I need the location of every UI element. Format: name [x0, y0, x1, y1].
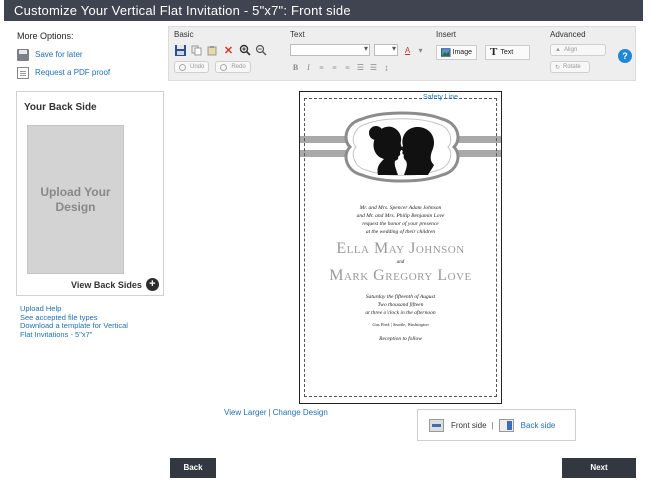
link-separator: |	[268, 408, 271, 417]
toolbar-advanced-label: Advanced	[550, 30, 586, 39]
request-line-1: request the honor of your presence	[362, 221, 439, 227]
back-side-panel: Your Back Side Upload Your Design View B…	[16, 91, 164, 296]
text-size-icon[interactable]: ↨	[381, 62, 392, 73]
save-for-later-row[interactable]: Save for later	[17, 46, 157, 63]
more-options-header: More Options:	[17, 31, 74, 41]
request-pdf-link[interactable]: Request a PDF proof	[35, 68, 110, 77]
side-separator: |	[491, 420, 494, 430]
save-icon	[17, 48, 29, 61]
undo-label: Undo	[190, 64, 205, 70]
align-label: Align	[563, 47, 578, 53]
rotate-button[interactable]: ↻ Rotate	[550, 61, 590, 73]
preview-links: View Larger | Change Design	[224, 408, 328, 417]
view-larger-link[interactable]: View Larger	[224, 408, 267, 417]
front-side-icon[interactable]	[429, 418, 444, 432]
more-options-panel: More Options: Save for later Request a P…	[17, 31, 157, 82]
chevron-down-icon[interactable]: ▾	[415, 45, 426, 56]
request-pdf-row[interactable]: Request a PDF proof	[17, 64, 157, 81]
groom-name: Mark Gregory Love	[329, 267, 472, 284]
line-spacing-icon[interactable]: ☰	[355, 62, 366, 73]
save-for-later-link[interactable]: Save for later	[35, 50, 83, 59]
align-center-icon[interactable]: ≡	[329, 62, 340, 73]
zoom-out-icon[interactable]	[254, 44, 267, 57]
save-icon[interactable]	[174, 44, 187, 57]
upload-design-area[interactable]: Upload Your Design	[27, 125, 124, 274]
page-title: Customize Your Vertical Flat Invitation …	[4, 0, 643, 21]
italic-icon[interactable]: I	[303, 62, 314, 73]
zoom-in-icon[interactable]	[238, 44, 251, 57]
front-side-label: Front side	[451, 420, 487, 430]
insert-text-label: Text	[500, 48, 514, 56]
redo-label: Redo	[231, 64, 246, 70]
text-color-icon[interactable]: A	[402, 45, 413, 56]
help-icon[interactable]: ?	[618, 49, 632, 63]
insert-text-button[interactable]: T Text	[485, 44, 530, 60]
toolbar-basic-label: Basic	[174, 30, 194, 39]
and-text: and	[396, 260, 405, 265]
date-line-3: at three o'clock in the afternoon	[365, 310, 436, 316]
letter-spacing-icon[interactable]: ☰	[368, 62, 379, 73]
insert-image-label: Image	[452, 48, 472, 56]
back-side-title: Your Back Side	[24, 102, 97, 113]
align-right-icon[interactable]: ≡	[342, 62, 353, 73]
document-icon	[17, 66, 29, 79]
toolbar-insert-section: Insert Image T Text	[436, 29, 546, 80]
toolbar-text-section: Text A ▾ B I ≡ ≡ ≡ ☰ ☰ ↨	[290, 29, 430, 80]
rotate-icon: ↻	[555, 64, 561, 71]
text-icon: T	[490, 46, 498, 58]
invitation-text: Mr. and Mrs. Spencer Adam Johnson and Mr…	[300, 204, 501, 343]
safety-line-label: Safety Line	[423, 94, 459, 101]
undo-icon	[179, 63, 186, 71]
insert-image-button[interactable]: Image	[436, 44, 477, 60]
hosts-line-2: and Mr. and Mrs. Philip Benjamin Love	[356, 213, 445, 219]
request-line-2: at the wedding of their children	[365, 229, 436, 235]
back-button[interactable]: Back	[170, 458, 216, 478]
toolbar-basic-section: Basic ✕ Undo Redo	[174, 29, 284, 80]
invitation-preview[interactable]: Safety Line Mr. and Mrs. Spencer Adam Jo…	[299, 91, 502, 404]
bride-name: Ella May Johnson	[336, 240, 465, 257]
change-design-link[interactable]: Change Design	[273, 408, 328, 417]
delete-icon[interactable]: ✕	[222, 44, 235, 57]
hosts-line-1: Mr. and Mrs. Spencer Adam Johnson	[359, 205, 442, 211]
paste-icon[interactable]	[206, 44, 219, 57]
view-back-sides-label: View Back Sides	[71, 279, 142, 290]
toolbar-insert-label: Insert	[436, 30, 457, 39]
download-template-link-cont[interactable]: Flat Invitations - 5"x7"	[20, 330, 128, 340]
undo-button[interactable]: Undo	[174, 61, 210, 73]
align-left-icon[interactable]: ≡	[316, 62, 327, 73]
font-family-select[interactable]	[290, 44, 370, 56]
date-line-2: Two thousand fifteen	[377, 302, 424, 308]
date-line-1: Saturday the fifteenth of August	[365, 294, 436, 300]
copy-icon[interactable]	[190, 44, 203, 57]
back-side-link[interactable]: Back side	[521, 421, 556, 430]
reception-line: Reception to follow	[379, 336, 422, 342]
rotate-label: Rotate	[563, 64, 581, 70]
redo-button[interactable]: Redo	[215, 61, 251, 73]
place-line: Gas Park | Seattle, Washington	[372, 322, 429, 327]
align-icon: ▲	[555, 47, 561, 53]
editor-toolbar: Basic ✕ Undo Redo Text ▾ ▾ A ▾ B I ≡ ≡ ≡…	[168, 26, 636, 81]
next-button[interactable]: Next	[562, 458, 636, 478]
font-size-select[interactable]	[374, 44, 398, 56]
image-icon	[441, 47, 451, 57]
back-side-icon[interactable]	[498, 418, 514, 432]
help-links: Upload Help See accepted file types Down…	[20, 304, 128, 340]
plus-icon: +	[145, 278, 159, 291]
bold-icon[interactable]: B	[290, 62, 301, 73]
redo-icon	[220, 63, 228, 71]
side-switcher: Front side | Back side	[417, 409, 576, 441]
toolbar-text-label: Text	[290, 30, 305, 39]
align-button[interactable]: ▲ Align	[550, 44, 606, 56]
view-back-sides-button[interactable]: View Back Sides +	[71, 278, 159, 291]
